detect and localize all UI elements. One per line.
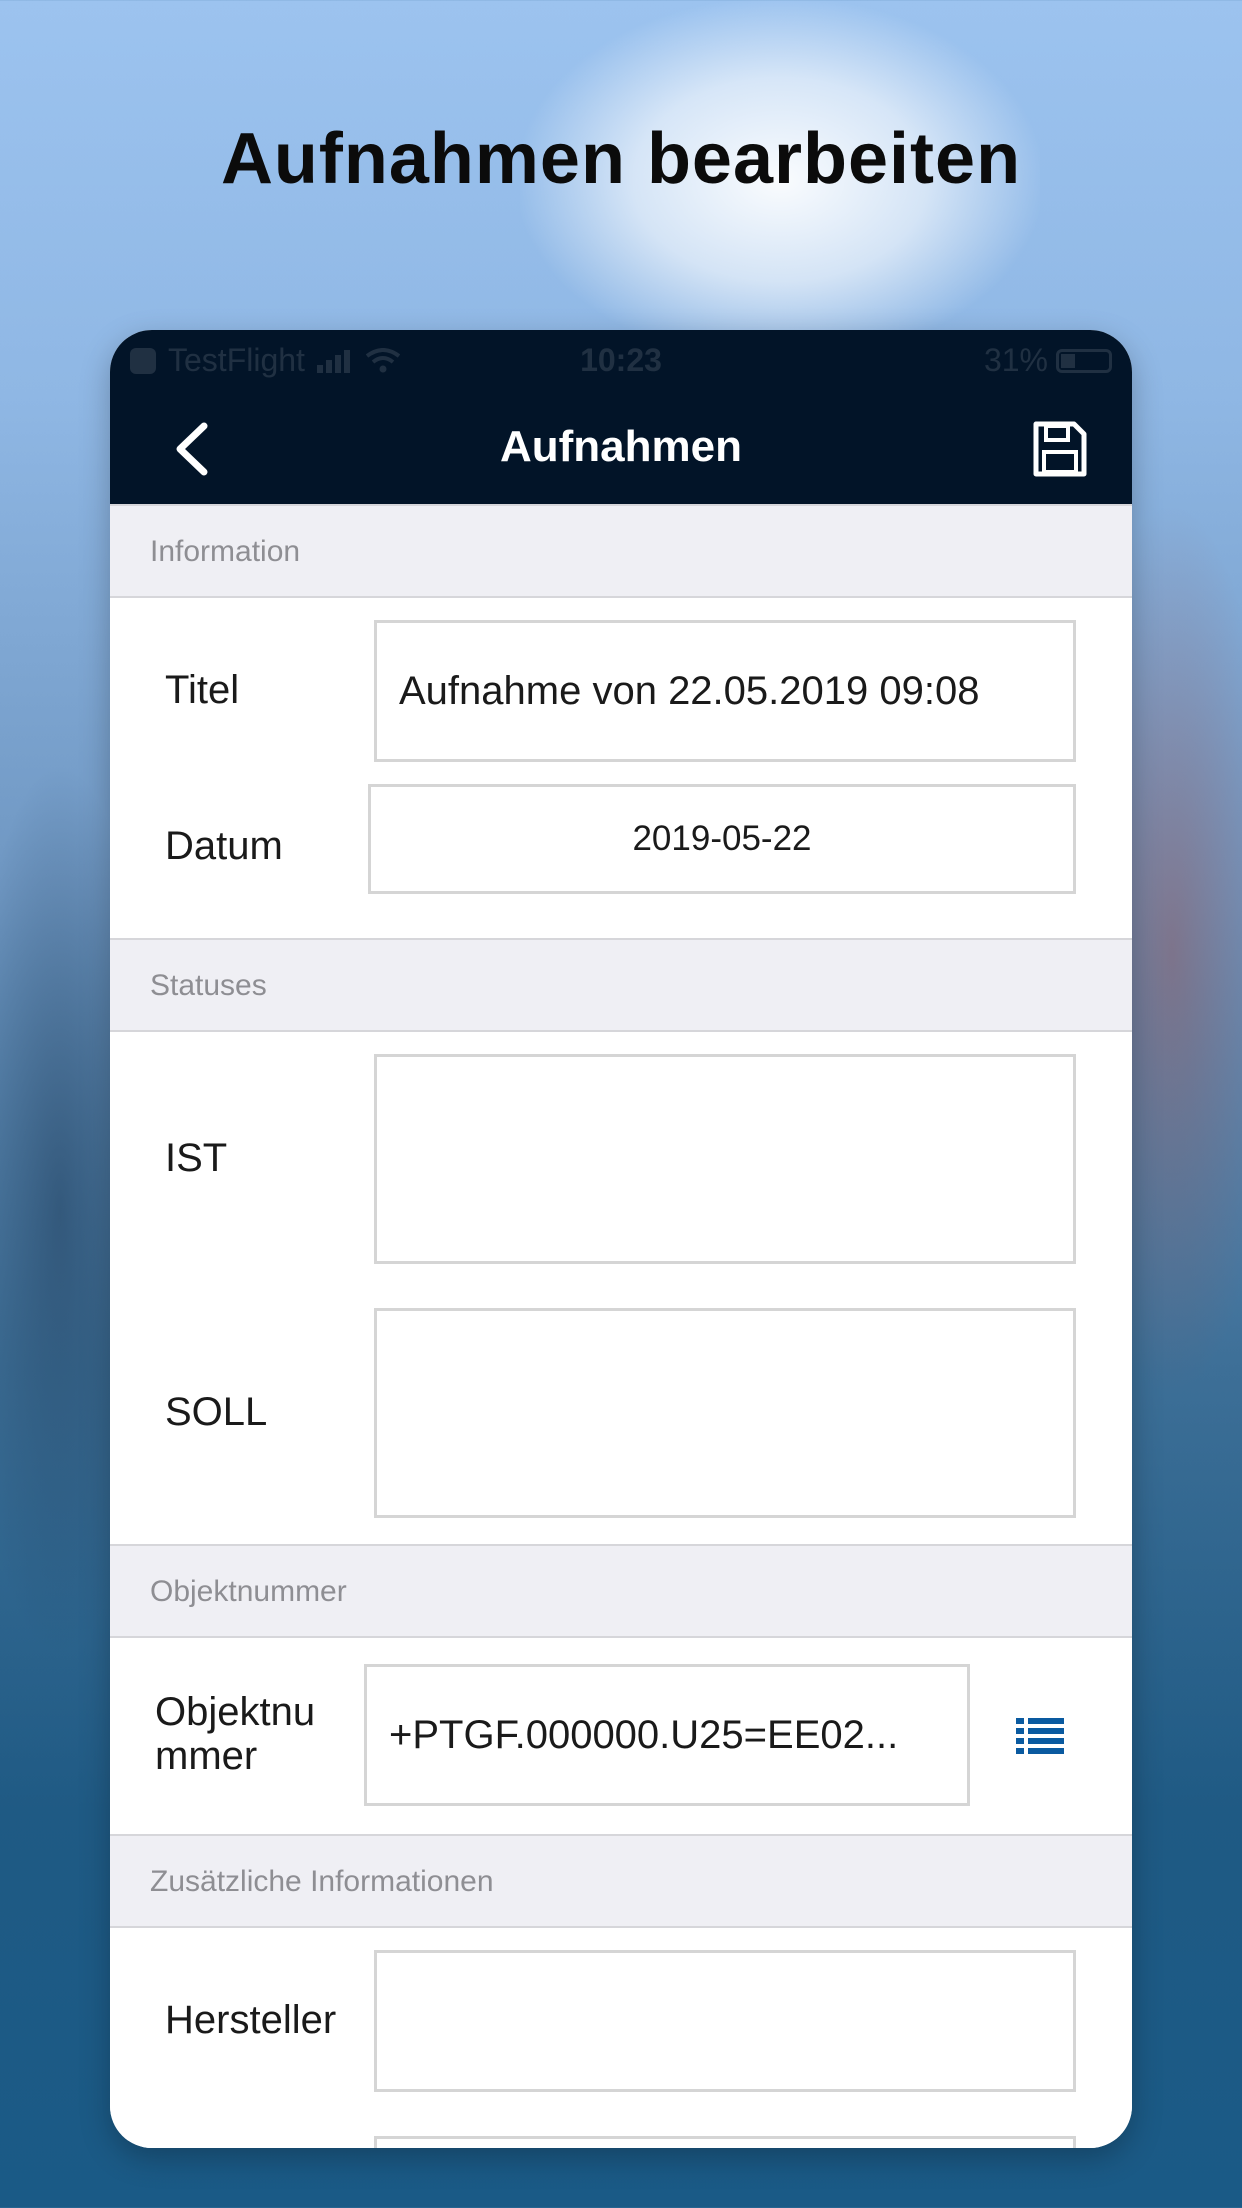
hersteller-label: Hersteller xyxy=(165,1998,337,2042)
objektnummer-label: Objektnu mmer xyxy=(155,1690,315,1778)
save-button[interactable] xyxy=(1024,414,1094,484)
datum-row: Datum 2019-05-22 xyxy=(110,766,1132,938)
phone-screen: TestFlight 10:23 31% Aufnahmen Informati… xyxy=(110,330,1132,2148)
floppy-disk-icon xyxy=(1033,421,1087,477)
battery-percent: 31% xyxy=(983,342,1048,378)
datum-field[interactable]: 2019-05-22 xyxy=(368,784,1076,894)
objektnummer-field[interactable]: +PTGF.000000.U25=EE02... xyxy=(364,1664,970,1806)
ist-field[interactable] xyxy=(374,1054,1076,1264)
next-field-partial[interactable] xyxy=(374,2136,1076,2148)
status-bar: TestFlight 10:23 31% xyxy=(110,330,1132,392)
section-header-zusaetzliche-informationen: Zusätzliche Informationen xyxy=(110,1834,1132,1928)
list-icon xyxy=(1016,1718,1064,1754)
hersteller-field[interactable] xyxy=(374,1950,1076,2092)
objektnummer-list-button[interactable] xyxy=(1016,1716,1066,1756)
form-content: Information Titel Aufnahme von 22.05.201… xyxy=(110,504,1132,2148)
objektnummer-row: Objektnu mmer +PTGF.000000.U25=EE02... xyxy=(110,1638,1132,1834)
ist-label: IST xyxy=(165,1136,228,1180)
soll-label: SOLL xyxy=(165,1390,268,1434)
battery-icon xyxy=(1056,348,1112,373)
titel-row: Titel Aufnahme von 22.05.2019 09:08 xyxy=(110,598,1132,766)
section-header-statuses: Statuses xyxy=(110,938,1132,1032)
ist-row: IST xyxy=(110,1032,1132,1286)
status-time: 10:23 xyxy=(580,342,662,378)
soll-row: SOLL xyxy=(110,1286,1132,1544)
section-header-information: Information xyxy=(110,504,1132,598)
promo-headline: Aufnahmen bearbeiten xyxy=(220,119,1022,199)
soll-field[interactable] xyxy=(374,1308,1076,1518)
titel-label: Titel xyxy=(165,668,240,712)
objektnummer-label-line2: mmer xyxy=(155,1734,258,1778)
objektnummer-label-line1: Objektnu xyxy=(155,1690,316,1734)
navigation-bar: Aufnahmen xyxy=(110,392,1132,504)
section-header-objektnummer: Objektnummer xyxy=(110,1544,1132,1638)
titel-field[interactable]: Aufnahme von 22.05.2019 09:08 xyxy=(374,620,1076,762)
datum-label: Datum xyxy=(165,824,283,868)
page-title: Aufnahmen xyxy=(500,422,742,471)
hersteller-row: Hersteller xyxy=(110,1928,1132,2148)
